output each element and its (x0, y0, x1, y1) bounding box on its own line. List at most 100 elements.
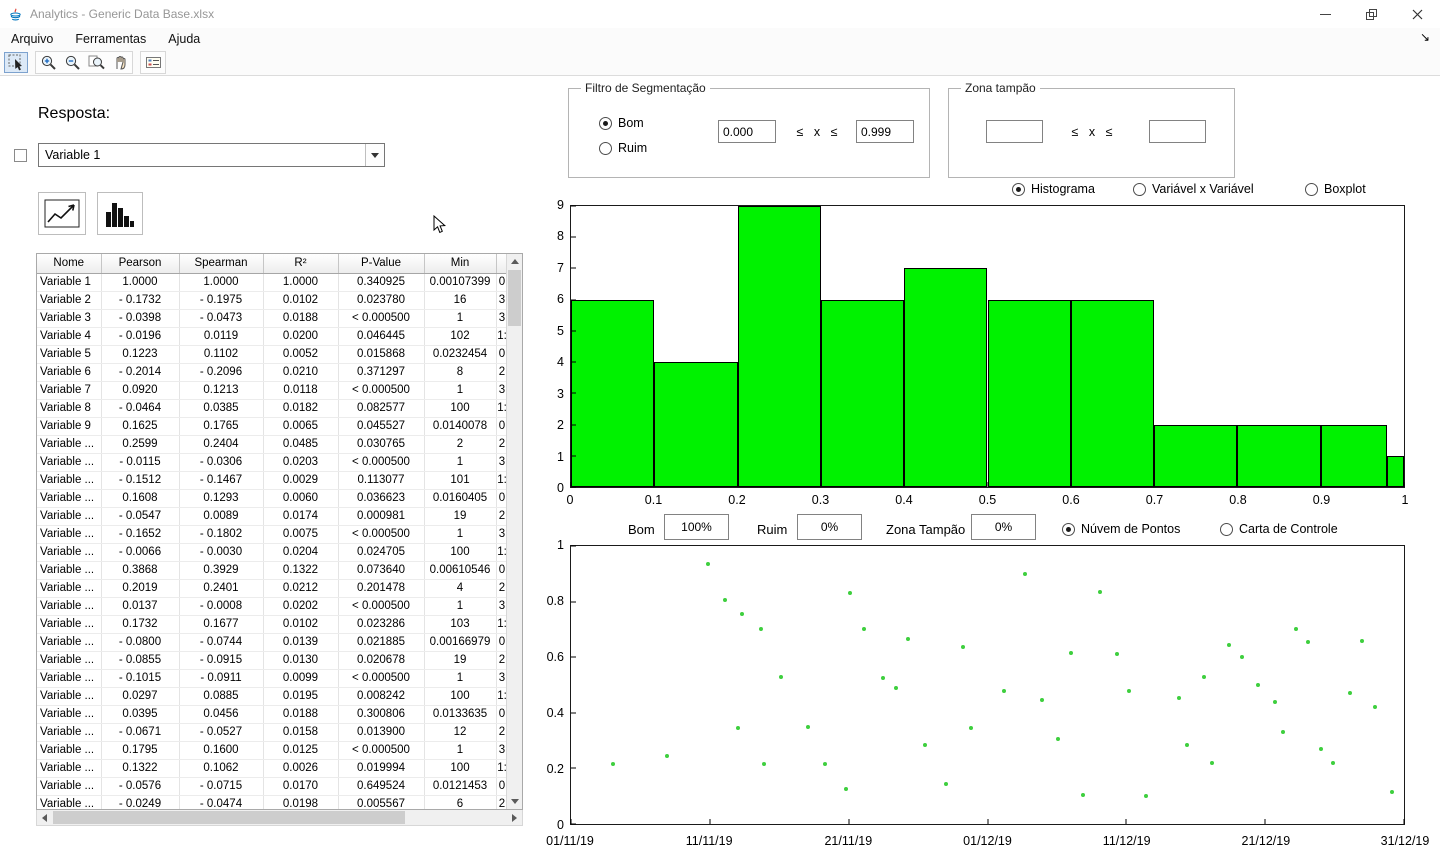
table-cell[interactable]: 0.019994 (338, 759, 425, 778)
table-cell[interactable]: 0.015868 (338, 345, 425, 364)
minimize-button[interactable] (1302, 0, 1348, 28)
table-row[interactable]: Variable 8- 0.0464 0.0385 0.0182 0.082577 10… (37, 399, 509, 418)
table-cell[interactable]: 100 (424, 687, 497, 706)
table-cell[interactable]: 100 (424, 759, 497, 778)
zoom-in-icon[interactable] (36, 52, 60, 73)
table-cell[interactable]: - 0.0398 (101, 309, 180, 328)
table-cell[interactable]: - 0.1975 (179, 291, 264, 310)
table-cell[interactable]: 0.0385 (179, 399, 264, 418)
table-row[interactable]: Variable 7 0.0920 0.1213 0.0118 < 0.000500 1 3 (37, 381, 509, 400)
table-cell[interactable]: Variable 6 (37, 363, 102, 382)
table-cell[interactable]: 0.0121453 (424, 777, 497, 796)
table-cell[interactable]: 0.300806 (338, 705, 425, 724)
table-cell[interactable]: 2 (424, 435, 497, 454)
table-cell[interactable]: 1 (424, 741, 497, 760)
column-header[interactable]: Spearman (179, 254, 264, 274)
table-row[interactable]: Variable ... - 0.0800- 0.0744 0.0139 0.0218… (37, 633, 509, 652)
table-cell[interactable]: - 0.2014 (101, 363, 180, 382)
table-cell[interactable]: Variable ... (37, 471, 102, 490)
vertical-scrollbar-thumb[interactable] (508, 270, 521, 326)
table-cell[interactable]: 0.0133635 (424, 705, 497, 724)
table-cell[interactable]: 0.0198 (263, 795, 339, 809)
table-cell[interactable]: 0.0920 (101, 381, 180, 400)
table-cell[interactable]: Variable ... (37, 615, 102, 634)
table-row[interactable]: Variable ... - 0.0855- 0.0915 0.0130 0.0206… (37, 651, 509, 670)
table-cell[interactable]: - 0.1015 (101, 669, 180, 688)
table-row[interactable]: Variable ... 0.2019 0.2401 0.0212 0.201478 4 2 (37, 579, 509, 598)
horizontal-scrollbar-thumb[interactable] (53, 811, 405, 824)
table-cell[interactable]: Variable 5 (37, 345, 102, 364)
table-cell[interactable]: 0.082577 (338, 399, 425, 418)
table-cell[interactable]: 4 (424, 579, 497, 598)
table-cell[interactable]: 0.0102 (263, 615, 339, 634)
table-cell[interactable]: 0.008242 (338, 687, 425, 706)
table-cell[interactable]: < 0.000500 (338, 597, 425, 616)
table-cell[interactable]: < 0.000500 (338, 309, 425, 328)
table-cell[interactable]: Variable ... (37, 543, 102, 562)
table-cell[interactable]: 0.0210 (263, 363, 339, 382)
table-cell[interactable]: Variable ... (37, 651, 102, 670)
table-cell[interactable]: 0.00610546 (424, 561, 497, 580)
table-cell[interactable]: 0.201478 (338, 579, 425, 598)
table-cell[interactable]: 0.0099 (263, 669, 339, 688)
table-cell[interactable]: Variable ... (37, 597, 102, 616)
table-cell[interactable]: Variable ... (37, 777, 102, 796)
table-cell[interactable]: 0.036623 (338, 489, 425, 508)
table-cell[interactable]: Variable ... (37, 633, 102, 652)
table-row[interactable]: Variable 1 1.0000 1.0000 1.0000 0.340925 0.00… (37, 273, 509, 292)
menu-arquivo[interactable]: Arquivo (0, 29, 64, 49)
close-button[interactable] (1394, 0, 1440, 28)
table-cell[interactable]: 0.00107399 (424, 273, 497, 292)
table-row[interactable]: Variable ... 0.0137- 0.0008 0.0202 < 0.0005… (37, 597, 509, 616)
table-cell[interactable]: 0.0119 (179, 327, 264, 346)
segmentation-max-input[interactable] (856, 120, 914, 143)
table-cell[interactable]: Variable 2 (37, 291, 102, 310)
table-cell[interactable]: 0.1322 (263, 561, 339, 580)
table-cell[interactable]: 100 (424, 543, 497, 562)
table-cell[interactable]: 0.0485 (263, 435, 339, 454)
table-cell[interactable]: 0.113077 (338, 471, 425, 490)
radio-ruim[interactable]: Ruim (599, 141, 647, 155)
table-cell[interactable]: 0.0089 (179, 507, 264, 526)
radio-variavel-x-variavel-icon[interactable] (1133, 182, 1146, 196)
scroll-down-arrow-icon[interactable] (507, 794, 522, 809)
table-cell[interactable]: 0.020678 (338, 651, 425, 670)
table-cell[interactable]: 0.0160405 (424, 489, 497, 508)
column-header[interactable]: Pearson (101, 254, 180, 274)
table-cell[interactable]: 1 (424, 381, 497, 400)
table-cell[interactable]: Variable 3 (37, 309, 102, 328)
table-cell[interactable]: - 0.0464 (101, 399, 180, 418)
table-cell[interactable]: 0.2019 (101, 579, 180, 598)
table-row[interactable]: Variable 3- 0.0398- 0.0473 0.0188 < 0.0005… (37, 309, 509, 328)
table-cell[interactable]: - 0.1467 (179, 471, 264, 490)
table-cell[interactable]: 0.1795 (101, 741, 180, 760)
table-cell[interactable]: 0.1600 (179, 741, 264, 760)
scroll-up-arrow-icon[interactable] (507, 254, 522, 269)
radio-ruim-icon[interactable] (599, 141, 612, 155)
table-cell[interactable]: 0.1625 (101, 417, 180, 436)
table-cell[interactable]: - 0.1732 (101, 291, 180, 310)
table-cell[interactable]: 0.0188 (263, 309, 339, 328)
legend-icon[interactable] (141, 52, 165, 73)
table-cell[interactable]: 0.0195 (263, 687, 339, 706)
table-cell[interactable]: 0.0232454 (424, 345, 497, 364)
table-cell[interactable]: 0.0174 (263, 507, 339, 526)
table-cell[interactable]: 0.023780 (338, 291, 425, 310)
table-row[interactable]: Variable ... 0.1608 0.1293 0.0060 0.036623 0.… (37, 489, 509, 508)
table-row[interactable]: Variable ... - 0.0115- 0.0306 0.0203 < 0.00… (37, 453, 509, 472)
table-cell[interactable]: - 0.0547 (101, 507, 180, 526)
table-cell[interactable]: 0.1765 (179, 417, 264, 436)
table-cell[interactable]: 0.0140078 (424, 417, 497, 436)
radio-bom-icon[interactable] (599, 116, 612, 130)
table-cell[interactable]: 0.1732 (101, 615, 180, 634)
table-row[interactable]: Variable ... 0.3868 0.3929 0.1322 0.073640 0.… (37, 561, 509, 580)
zoom-out-icon[interactable] (60, 52, 84, 73)
table-cell[interactable]: 0.0456 (179, 705, 264, 724)
table-cell[interactable]: 101 (424, 471, 497, 490)
table-row[interactable]: Variable ... 0.0297 0.0885 0.0195 0.008242 10… (37, 687, 509, 706)
table-cell[interactable]: - 0.0715 (179, 777, 264, 796)
table-cell[interactable]: 0.0060 (263, 489, 339, 508)
table-cell[interactable]: 100 (424, 399, 497, 418)
table-cell[interactable]: < 0.000500 (338, 669, 425, 688)
table-cell[interactable]: 0.1293 (179, 489, 264, 508)
